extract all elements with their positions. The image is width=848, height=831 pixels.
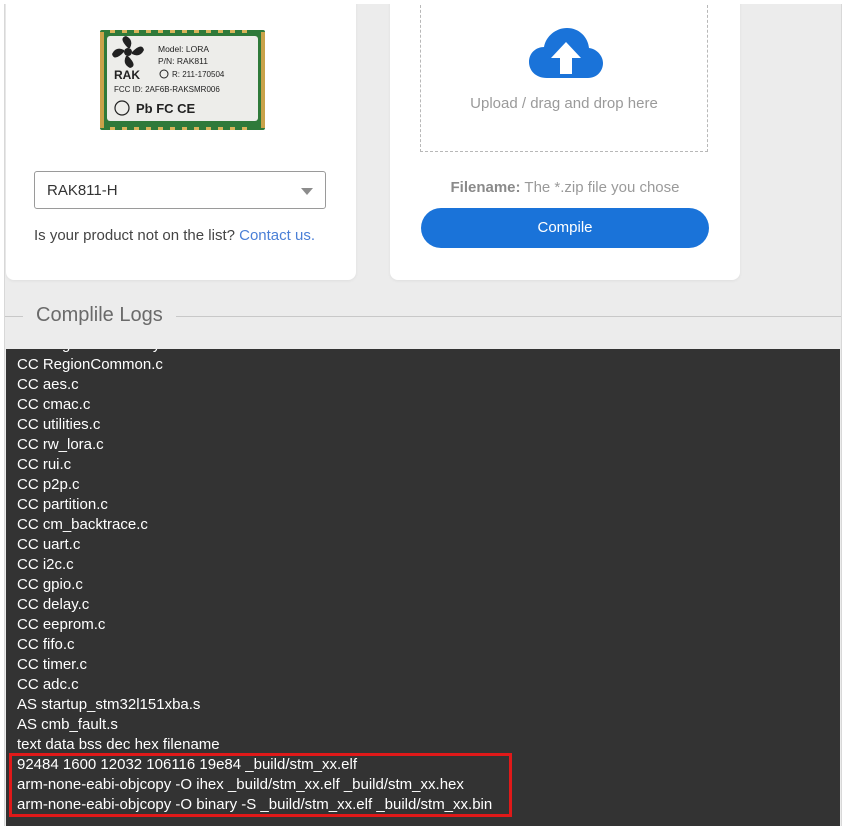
contact-us-link[interactable]: Contact us. [239, 227, 315, 244]
cloud-upload-icon [529, 28, 603, 78]
module-marks-text: Pb FC CE [136, 101, 196, 116]
upload-instructions: Upload / drag and drop here [470, 95, 658, 112]
log-line: CC cm_backtrace.c [17, 516, 148, 533]
log-line: CC rw_lora.c [17, 436, 104, 453]
module-brand-text: RAK [114, 68, 140, 82]
module-cert-text: R: 211-170504 [172, 70, 225, 79]
filename-display: Filename: The *.zip file you chose [390, 179, 740, 196]
log-line: CC cmac.c [17, 396, 91, 413]
module-fcc-text: FCC ID: 2AF6B-RAKSMR006 [114, 85, 220, 94]
upload-dropzone[interactable]: Upload / drag and drop here [420, 4, 708, 152]
rak811-module-image: RAK Model: LORA P/N: RAK811 R: 211-17050… [100, 30, 265, 130]
chevron-down-icon [301, 188, 313, 195]
log-line: CC uart.c [17, 536, 81, 553]
compile-button[interactable]: Compile [421, 208, 709, 248]
log-line: CC aes.c [17, 376, 79, 393]
log-line: arm-none-eabi-objcopy -O ihex _build/stm… [17, 776, 464, 793]
log-line: AS cmb_fault.s [17, 716, 118, 733]
log-list: CC RegionCN470-HybrideCC RegionCommon.cC… [17, 349, 492, 815]
log-line: text data bss dec hex filename [17, 736, 220, 753]
log-line: CC eeprom.c [17, 616, 106, 633]
upload-card: Upload / drag and drop here Filename: Th… [390, 4, 740, 280]
log-line: AS startup_stm32l151xba.s [17, 696, 201, 713]
module-pn-text: P/N: RAK811 [158, 56, 208, 66]
log-line: CC gpio.c [17, 576, 83, 593]
product-card: RAK Model: LORA P/N: RAK811 R: 211-17050… [6, 4, 356, 280]
log-line: CC utilities.c [17, 416, 101, 433]
product-select[interactable]: RAK811-H [34, 171, 326, 209]
log-line: CC i2c.c [17, 556, 74, 573]
filename-label: Filename: [450, 179, 521, 196]
log-line: CC fifo.c [17, 636, 75, 653]
not-listed-prefix: Is your product not on the list? [34, 227, 240, 244]
log-line: CC partition.c [17, 496, 108, 513]
filename-value: The *.zip file you chose [520, 179, 680, 196]
log-line: CC timer.c [17, 656, 88, 673]
compile-logs-title: Complile Logs [23, 304, 176, 327]
log-line: CC delay.c [17, 596, 90, 613]
not-listed-text: Is your product not on the list? Contact… [34, 227, 315, 244]
log-line: CC rui.c [17, 456, 72, 473]
log-line: arm-none-eabi-objcopy -O binary -S _buil… [17, 796, 493, 813]
log-line: CC p2p.c [17, 476, 80, 493]
log-line: CC RegionCommon.c [17, 356, 163, 373]
app-frame: RAK Model: LORA P/N: RAK811 R: 211-17050… [4, 4, 842, 826]
product-select-value: RAK811-H [47, 182, 118, 199]
compile-log-terminal[interactable]: CC RegionCN470-HybrideCC RegionCommon.cC… [6, 349, 840, 826]
log-line: 92484 1600 12032 106116 19e84 _build/stm… [17, 756, 357, 773]
module-model-text: Model: LORA [158, 44, 209, 54]
log-line: CC adc.c [17, 676, 79, 693]
